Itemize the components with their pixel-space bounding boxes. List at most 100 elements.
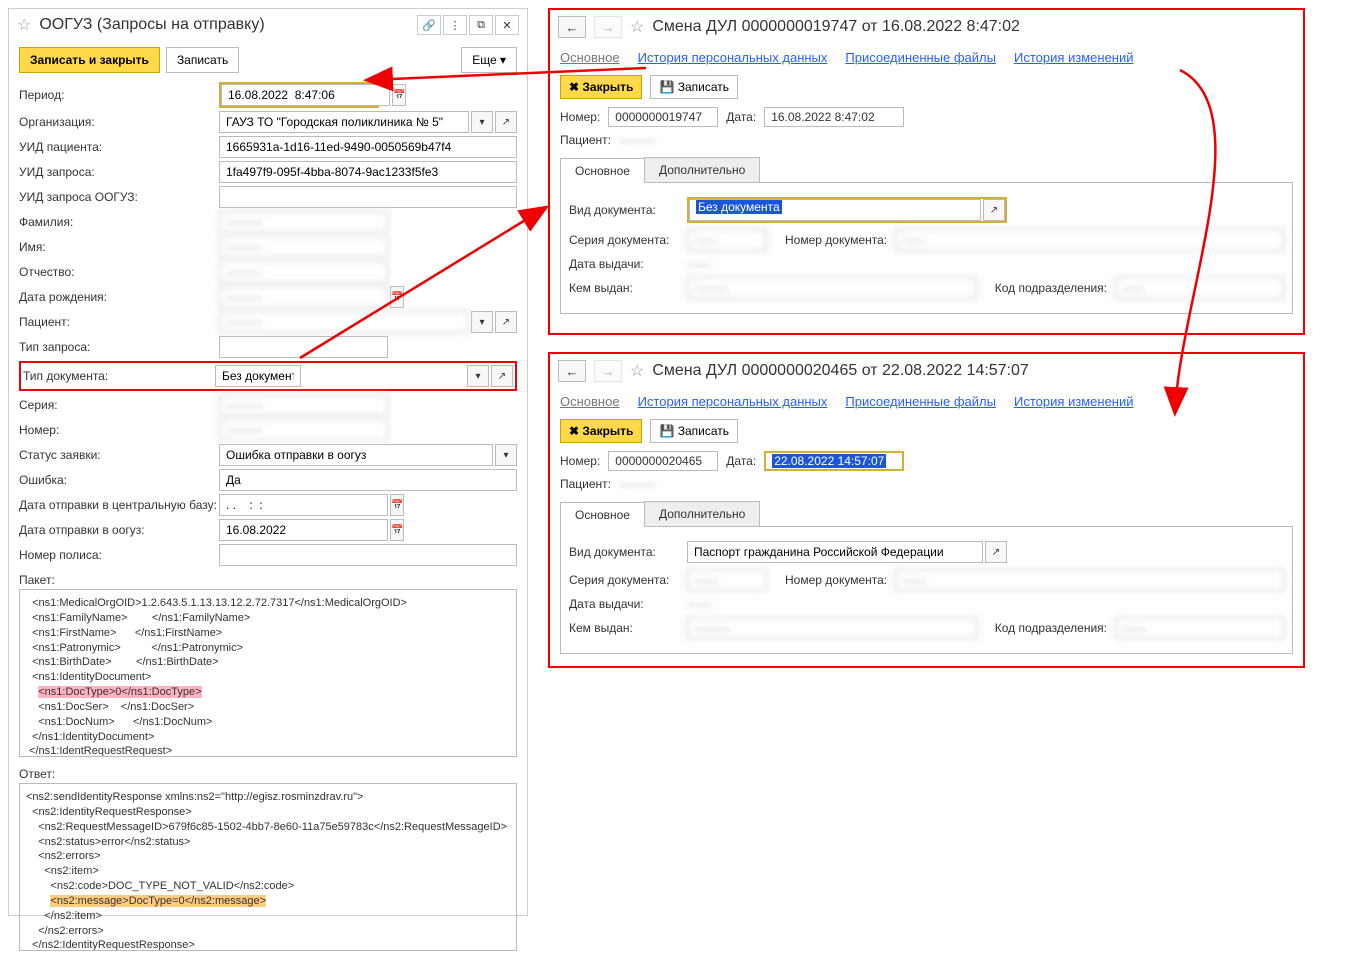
issuedate-value: ——: [687, 257, 711, 271]
more-icon[interactable]: ⋮: [443, 15, 467, 35]
policy-label: Номер полиса:: [19, 548, 219, 562]
close-button[interactable]: ✖ Закрыть: [560, 75, 642, 99]
save-close-button[interactable]: Записать и закрыть: [19, 47, 160, 73]
tab-link-files[interactable]: Присоединенные файлы: [845, 394, 996, 409]
uid-ooguz-input[interactable]: [219, 186, 517, 208]
open-icon[interactable]: ↗: [495, 111, 517, 133]
error-input[interactable]: [219, 469, 517, 491]
tab-link-history[interactable]: История персональных данных: [638, 394, 828, 409]
number-input[interactable]: [219, 419, 388, 441]
save-button[interactable]: 💾 Записать: [650, 419, 738, 443]
ooguz-form-panel: ☆ ООГУЗ (Запросы на отправку) 🔗 ⋮ ⧉ ✕ За…: [8, 8, 528, 916]
tab-link-files[interactable]: Присоединенные файлы: [845, 50, 996, 65]
number-value: 0000000020465: [608, 451, 718, 471]
star-icon[interactable]: ☆: [630, 361, 644, 381]
close-button[interactable]: ✖ Закрыть: [560, 419, 642, 443]
deptcode-label: Код подразделения:: [995, 621, 1107, 635]
link-icon[interactable]: 🔗: [417, 15, 441, 35]
uid-request-input[interactable]: [219, 161, 517, 183]
close-icon[interactable]: ✕: [495, 15, 519, 35]
series-input[interactable]: [687, 569, 767, 591]
sent-central-input[interactable]: [219, 494, 388, 516]
deptcode-input[interactable]: [1115, 617, 1284, 639]
birth-label: Дата рождения:: [19, 290, 219, 304]
patient-label: Пациент:: [19, 315, 219, 329]
answer-label: Ответ:: [9, 763, 527, 783]
docnum-input[interactable]: [895, 229, 1284, 251]
tab-link-changes[interactable]: История изменений: [1014, 394, 1134, 409]
answer-xml[interactable]: <ns2:sendIdentityResponse xmlns:ns2="htt…: [19, 783, 517, 951]
doctype-input[interactable]: Без документа: [689, 199, 981, 221]
org-input[interactable]: [219, 111, 469, 133]
forward-icon[interactable]: →: [594, 16, 622, 38]
tab-link-main[interactable]: Основное: [560, 394, 620, 409]
forward-icon[interactable]: →: [594, 360, 622, 382]
number-label: Номер:: [19, 423, 219, 437]
error-label: Ошибка:: [19, 473, 219, 487]
period-input[interactable]: [221, 84, 390, 106]
dropdown-icon[interactable]: ▾: [471, 311, 493, 333]
docnum-label: Номер документа:: [785, 573, 887, 587]
open-icon[interactable]: ↗: [985, 541, 1007, 563]
sent-ooguz-input[interactable]: [219, 519, 388, 541]
back-icon[interactable]: ←: [558, 16, 586, 38]
tab-main[interactable]: Основное: [560, 158, 645, 183]
tab-link-history[interactable]: История персональных данных: [638, 50, 828, 65]
patient-label: Пациент:: [560, 477, 611, 491]
deptcode-input[interactable]: [1115, 277, 1284, 299]
dropdown-icon[interactable]: ▾: [471, 111, 493, 133]
calendar-icon[interactable]: 📅: [392, 84, 406, 106]
policy-input[interactable]: [219, 544, 517, 566]
open-icon[interactable]: ↗: [983, 199, 1005, 221]
open-icon[interactable]: ↗: [491, 365, 513, 387]
external-icon[interactable]: ⧉: [469, 15, 493, 35]
doctype-input[interactable]: [215, 365, 301, 387]
open-icon[interactable]: ↗: [495, 311, 517, 333]
birth-input[interactable]: [219, 286, 388, 308]
status-label: Статус заявки:: [19, 448, 219, 462]
date-value: 16.08.2022 8:47:02: [764, 107, 904, 127]
issuedate-label: Дата выдачи:: [569, 257, 679, 271]
series-input[interactable]: [687, 229, 767, 251]
patient-value: ———: [619, 133, 655, 147]
back-icon[interactable]: ←: [558, 360, 586, 382]
save-button[interactable]: 💾 Записать: [650, 75, 738, 99]
window-title: Смена ДУЛ 0000000019747 от 16.08.2022 8:…: [652, 18, 1295, 36]
save-button[interactable]: Записать: [166, 47, 239, 73]
packet-xml[interactable]: <ns1:MedicalOrgOID>1.2.643.5.1.13.13.12.…: [19, 589, 517, 757]
surname-input[interactable]: [219, 211, 388, 233]
dropdown-icon[interactable]: ▾: [495, 444, 517, 466]
star-icon[interactable]: ☆: [17, 15, 31, 35]
docnum-input[interactable]: [895, 569, 1284, 591]
name-label: Имя:: [19, 240, 219, 254]
dropdown-icon[interactable]: ▾: [467, 365, 489, 387]
org-label: Организация:: [19, 115, 219, 129]
tab-additional[interactable]: Дополнительно: [644, 157, 760, 182]
calendar-icon[interactable]: 📅: [390, 286, 404, 308]
patronymic-input[interactable]: [219, 261, 388, 283]
reqtype-input[interactable]: [219, 336, 388, 358]
calendar-icon[interactable]: 📅: [390, 494, 404, 516]
series-label: Серия документа:: [569, 573, 679, 587]
series-label: Серия документа:: [569, 233, 679, 247]
status-input[interactable]: [219, 444, 493, 466]
issuedby-input[interactable]: [687, 277, 977, 299]
tab-additional[interactable]: Дополнительно: [644, 501, 760, 526]
doctype-label: Тип документа:: [23, 369, 215, 383]
issuedby-input[interactable]: [687, 617, 977, 639]
window-title: ООГУЗ (Запросы на отправку): [39, 16, 409, 34]
issuedate-value: ——: [687, 597, 711, 611]
number-label: Номер:: [560, 454, 600, 468]
doctype-label: Вид документа:: [569, 545, 679, 559]
series-input[interactable]: [219, 394, 388, 416]
more-button[interactable]: Еще ▾: [461, 47, 517, 73]
tab-main[interactable]: Основное: [560, 502, 645, 527]
name-input[interactable]: [219, 236, 388, 258]
calendar-icon[interactable]: 📅: [390, 519, 404, 541]
uid-patient-input[interactable]: [219, 136, 517, 158]
tab-link-main[interactable]: Основное: [560, 50, 620, 65]
tab-link-changes[interactable]: История изменений: [1014, 50, 1134, 65]
patient-input[interactable]: [219, 311, 469, 333]
doctype-input[interactable]: [687, 541, 983, 563]
star-icon[interactable]: ☆: [630, 17, 644, 37]
